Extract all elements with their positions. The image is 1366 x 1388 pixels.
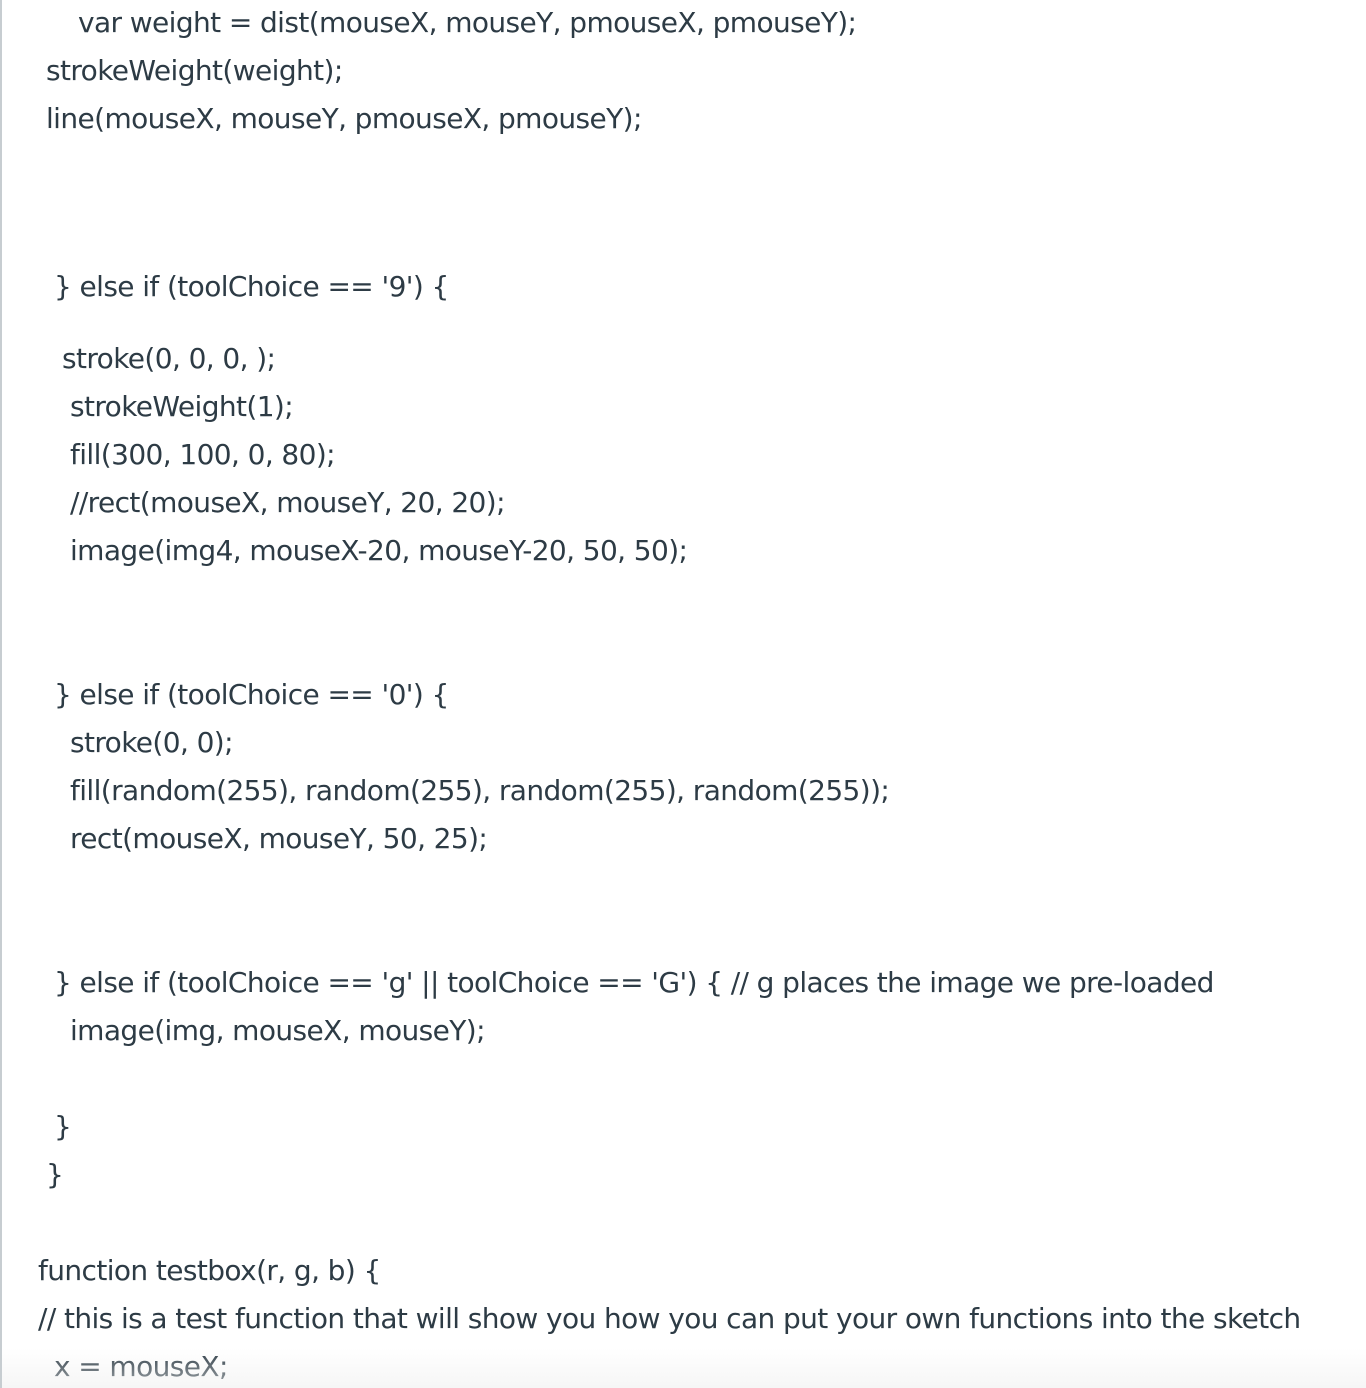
code-line: } (46, 1158, 64, 1191)
code-line: } else if (toolChoice == '0') { (54, 678, 449, 711)
code-line: fill(random(255), random(255), random(25… (70, 774, 890, 807)
code-line: } else if (toolChoice == 'g' || toolChoi… (54, 966, 1214, 999)
code-line: } (54, 1110, 72, 1143)
code-line: image(img, mouseX, mouseY); (70, 1014, 486, 1047)
code-line: stroke(0, 0); (70, 726, 234, 759)
code-line: stroke(0, 0, 0, ); (62, 342, 276, 375)
code-line: fill(300, 100, 0, 80); (70, 438, 336, 471)
code-line: x = mouseX; (54, 1350, 228, 1383)
code-line: line(mouseX, mouseY, pmouseX, pmouseY); (46, 102, 642, 135)
code-line: rect(mouseX, mouseY, 50, 25); (70, 822, 488, 855)
code-line: image(img4, mouseX-20, mouseY-20, 50, 50… (70, 534, 688, 567)
code-line: var weight = dist(mouseX, mouseY, pmouse… (78, 6, 857, 39)
code-line: strokeWeight(1); (70, 390, 294, 423)
code-document: var weight = dist(mouseX, mouseY, pmouse… (0, 0, 1366, 1388)
code-line: function testbox(r, g, b) { (38, 1254, 381, 1287)
code-line: } else if (toolChoice == '9') { (54, 270, 449, 303)
code-line: //rect(mouseX, mouseY, 20, 20); (70, 486, 506, 519)
code-line: strokeWeight(weight); (46, 54, 343, 87)
code-line: // this is a test function that will sho… (38, 1302, 1301, 1335)
